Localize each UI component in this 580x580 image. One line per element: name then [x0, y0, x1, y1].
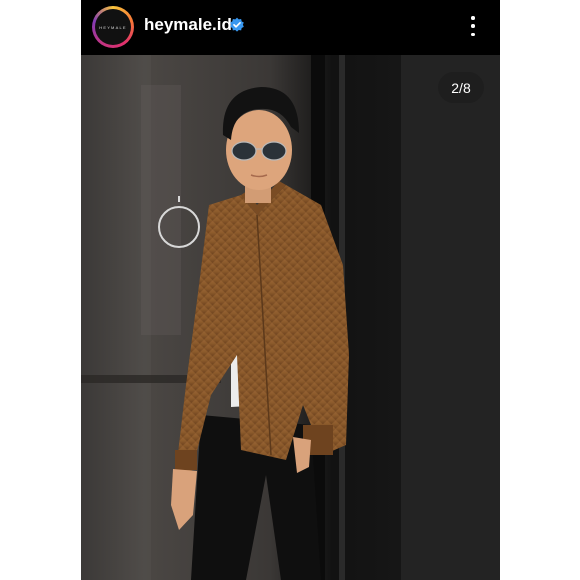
avatar-image: HEYMALE — [95, 9, 131, 45]
carousel-counter: 2/8 — [438, 72, 484, 103]
product-photo-illustration — [81, 55, 500, 580]
more-options-icon[interactable] — [467, 14, 479, 38]
avatar[interactable]: HEYMALE — [92, 6, 134, 48]
username[interactable]: heymale.id — [144, 15, 232, 35]
avatar-logo: HEYMALE — [99, 24, 127, 30]
instagram-post: HEYMALE heymale.id 2/8 — [81, 0, 500, 580]
post-photo[interactable] — [81, 55, 500, 580]
post-header: HEYMALE heymale.id — [81, 0, 500, 55]
verified-badge-icon — [230, 17, 244, 32]
